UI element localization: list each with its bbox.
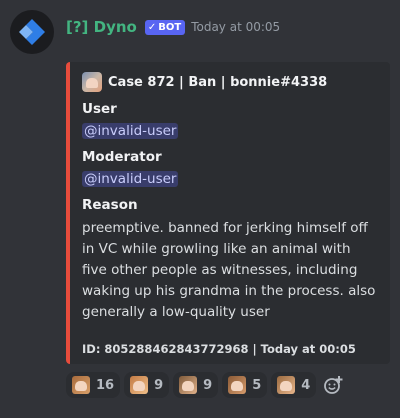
embed-field-moderator: Moderator @invalid-user [82, 146, 378, 190]
reaction[interactable]: 9 [124, 372, 170, 398]
message-timestamp[interactable]: Today at 00:05 [191, 20, 280, 34]
reaction-count: 9 [154, 377, 164, 393]
embed-footer: ID: 805288462843772968 | Today at 00:05 [82, 342, 356, 356]
dyno-logo-icon [19, 19, 45, 45]
bot-tag-label: BOT [158, 21, 182, 33]
add-reaction-icon [324, 376, 343, 394]
reaction[interactable]: 5 [222, 372, 268, 398]
verified-check-icon: ✓ [147, 21, 157, 33]
reaction-count: 16 [96, 377, 115, 393]
reaction-count: 5 [252, 377, 262, 393]
field-value: @invalid-user [82, 168, 378, 190]
field-value: @invalid-user [82, 120, 378, 142]
author-name[interactable]: [?] Dyno [66, 18, 137, 36]
field-name: Reason [82, 197, 138, 213]
embed-author: Case 872 | Ban | bonnie#4338 [82, 70, 378, 94]
chat-message: [?] Dyno ✓ BOT Today at 00:05 Case 872 |… [0, 0, 400, 418]
anime-character-emoji-icon [228, 376, 247, 394]
reaction-count: 9 [203, 377, 213, 393]
reaction-count: 4 [301, 377, 311, 393]
embed-field-reason: Reason preemptive. banned for jerking hi… [82, 194, 378, 323]
reaction[interactable]: 16 [66, 372, 121, 398]
embed-author-name: Case 872 | Ban | bonnie#4338 [108, 74, 328, 90]
embed-field-user: User @invalid-user [82, 98, 378, 142]
reason-text: preemptive. banned for jerking himself o… [82, 220, 376, 320]
field-name: User [82, 101, 117, 117]
moderator-mention[interactable]: @invalid-user [82, 171, 179, 187]
message-header: [?] Dyno ✓ BOT Today at 00:05 [66, 18, 280, 36]
anime-character-emoji-icon [277, 376, 296, 394]
embed-author-avatar [82, 72, 102, 92]
bot-tag: ✓ BOT [144, 19, 186, 35]
add-reaction-button[interactable] [320, 372, 346, 398]
reaction[interactable]: 9 [173, 372, 219, 398]
anime-character-emoji-icon [179, 376, 198, 394]
anime-character-emoji-icon [130, 376, 149, 394]
anime-character-emoji-icon [72, 376, 90, 394]
dyno-avatar[interactable] [10, 10, 54, 54]
field-name: Moderator [82, 149, 162, 165]
reaction[interactable]: 4 [271, 372, 317, 398]
reactions-bar: 16 9 9 5 4 [66, 372, 346, 398]
user-mention[interactable]: @invalid-user [82, 123, 179, 139]
moderation-embed: Case 872 | Ban | bonnie#4338 User @inval… [66, 62, 390, 364]
